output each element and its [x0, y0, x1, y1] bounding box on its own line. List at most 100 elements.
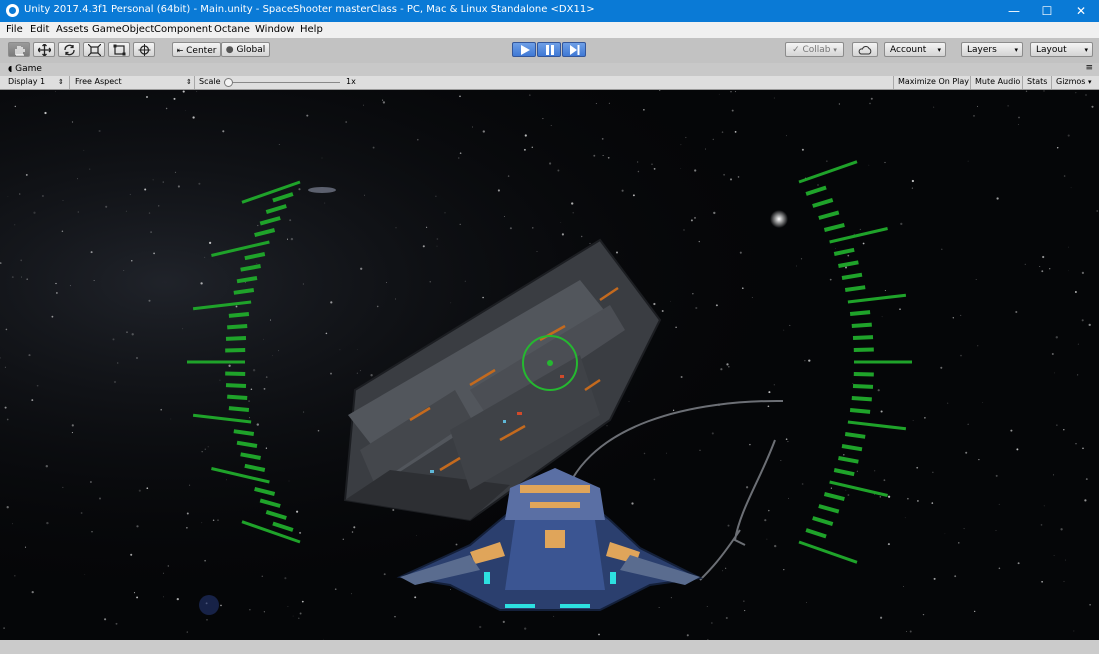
star — [904, 517, 906, 519]
scale-slider-handle[interactable] — [224, 78, 233, 87]
star — [201, 451, 203, 453]
star — [900, 222, 903, 226]
star — [808, 359, 811, 362]
mute-audio-toggle[interactable]: Mute Audio — [975, 77, 1020, 86]
layout-dropdown[interactable]: Layout ▾ — [1030, 42, 1093, 57]
star — [693, 216, 697, 219]
star — [472, 126, 473, 128]
star — [653, 167, 656, 170]
menu-octane[interactable]: Octane — [214, 24, 250, 35]
minimize-button[interactable]: — — [999, 0, 1029, 22]
pause-button[interactable] — [537, 42, 561, 57]
star — [80, 512, 83, 514]
pivot-center-button[interactable]: ⇤ Center — [172, 42, 221, 57]
menu-file[interactable]: File — [6, 24, 23, 35]
star — [1007, 105, 1009, 107]
star — [125, 210, 127, 212]
star — [767, 405, 770, 408]
star — [982, 402, 984, 403]
rotate-tool-button[interactable] — [58, 42, 80, 57]
dropdown-arrow-icon: ▾ — [937, 46, 941, 54]
star — [884, 290, 886, 291]
game-viewport[interactable] — [0, 90, 1099, 640]
star — [62, 199, 64, 201]
star — [965, 451, 968, 454]
rotation-global-button[interactable]: ● Global — [221, 42, 270, 57]
star — [729, 178, 733, 181]
star — [967, 160, 969, 162]
star — [580, 235, 583, 238]
star — [978, 458, 980, 461]
star — [523, 148, 526, 151]
star — [884, 161, 886, 164]
star — [144, 188, 147, 191]
maximize-button[interactable]: ☐ — [1032, 0, 1062, 22]
move-tool-button[interactable] — [33, 42, 55, 57]
star — [186, 512, 189, 515]
star — [219, 379, 221, 381]
star — [924, 417, 926, 419]
star — [89, 481, 92, 483]
star — [768, 391, 771, 394]
star — [11, 276, 14, 279]
star — [666, 452, 667, 454]
hud-tick — [225, 348, 246, 353]
star — [129, 193, 131, 196]
close-button[interactable]: ✕ — [1066, 0, 1096, 22]
transform-tool-button[interactable] — [133, 42, 155, 57]
hud-tick — [852, 335, 874, 340]
gizmos-dropdown[interactable]: Gizmos — [1056, 77, 1085, 86]
star — [298, 188, 301, 191]
menu-gameobject[interactable]: GameObject — [92, 24, 154, 35]
star — [670, 597, 672, 599]
star — [4, 366, 6, 368]
hand-tool-button[interactable] — [8, 42, 30, 57]
scale-slider-track[interactable] — [228, 82, 340, 83]
star — [126, 331, 128, 333]
rect-tool-button[interactable] — [108, 42, 130, 57]
transform-icon — [138, 44, 151, 56]
menu-assets[interactable]: Assets — [56, 24, 89, 35]
star — [789, 324, 791, 326]
star — [55, 282, 57, 285]
display-dropdown[interactable]: Display 1 — [8, 77, 45, 86]
star — [256, 262, 258, 264]
star — [339, 349, 341, 351]
maximize-on-play-toggle[interactable]: Maximize On Play — [898, 77, 969, 86]
star — [680, 376, 683, 378]
game-scene — [0, 90, 1099, 640]
step-button[interactable] — [562, 42, 586, 57]
layers-dropdown[interactable]: Layers ▾ — [961, 42, 1023, 57]
star — [394, 616, 396, 618]
star — [727, 524, 730, 527]
menu-window[interactable]: Window — [255, 24, 294, 35]
collab-dropdown[interactable]: ✓ Collab ▾ — [785, 42, 844, 57]
star — [744, 610, 746, 612]
aspect-dropdown[interactable]: Free Aspect — [75, 77, 122, 86]
scale-tool-button[interactable] — [83, 42, 105, 57]
star — [785, 438, 788, 441]
star — [804, 360, 806, 362]
star — [77, 211, 79, 213]
menu-component[interactable]: Component — [154, 24, 212, 35]
rect-icon — [113, 44, 126, 56]
star — [289, 219, 292, 222]
play-button[interactable] — [512, 42, 536, 57]
account-dropdown[interactable]: Account ▾ — [884, 42, 946, 57]
distant-galaxy — [308, 187, 336, 193]
tab-menu-icon[interactable]: ≡ — [1085, 63, 1093, 73]
stats-toggle[interactable]: Stats — [1027, 77, 1047, 86]
menu-edit[interactable]: Edit — [30, 24, 49, 35]
star — [436, 238, 439, 240]
star — [14, 105, 16, 108]
star — [24, 546, 27, 548]
tab-game[interactable]: ◖ Game — [8, 64, 42, 74]
star — [18, 193, 21, 195]
star — [731, 109, 734, 112]
star — [801, 483, 804, 485]
move-icon — [38, 44, 51, 56]
cloud-button[interactable] — [852, 42, 878, 57]
star — [881, 316, 883, 318]
star — [426, 226, 428, 228]
menu-help[interactable]: Help — [300, 24, 323, 35]
